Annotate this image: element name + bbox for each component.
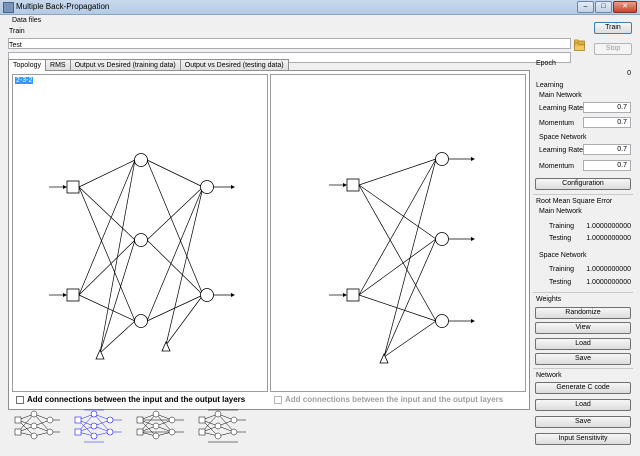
output-node [200, 180, 214, 194]
hidden-node [134, 314, 148, 328]
view-weights-button[interactable]: View [535, 322, 631, 334]
space-momentum-label: Momentum [539, 163, 575, 170]
weights-label: Weights [536, 296, 562, 303]
input-node [346, 288, 360, 302]
network-label: Network [536, 372, 562, 379]
learning-label: Learning [536, 82, 564, 89]
generate-c-code-button[interactable]: Generate C code [535, 382, 631, 394]
rms-main-testing-label: Testing [549, 235, 572, 242]
divider [533, 368, 633, 369]
window-title: Multiple Back-Propagation [16, 2, 110, 11]
divider [533, 194, 633, 195]
train-button[interactable]: Train [594, 22, 632, 34]
tab-output-testing[interactable]: Output vs Desired (testing data) [179, 59, 289, 70]
test-folder-icon[interactable] [574, 41, 585, 51]
configuration-button[interactable]: Configuration [535, 178, 631, 190]
main-window: Multiple Back-Propagation – □ ✕ Data fil… [0, 0, 640, 456]
rms-space-training-value: 1.0000000000 [586, 266, 631, 273]
save-network-button[interactable]: Save [535, 416, 631, 428]
app-icon [3, 2, 14, 13]
bias-node [95, 349, 105, 360]
save-weights-button[interactable]: Save [535, 353, 631, 365]
main-io-connections-label: Add connections between the input and th… [27, 395, 246, 404]
input-node [66, 288, 80, 302]
rms-label: Root Mean Square Error [536, 198, 613, 205]
rms-main-network-label: Main Network [539, 208, 582, 215]
input-node [346, 178, 360, 192]
space-momentum-input[interactable]: 0.7 [583, 160, 631, 171]
rms-main-training-label: Training [549, 223, 575, 230]
divider [533, 292, 633, 293]
epoch-value: 0 [627, 70, 631, 77]
hidden-node [435, 152, 449, 166]
main-network-diagram [12, 74, 268, 392]
main-learning-rate-label: Learning Rate [539, 105, 583, 112]
tab-rms[interactable]: RMS [45, 59, 71, 70]
input-sensitivity-button[interactable]: Input Sensitivity [535, 433, 631, 445]
right-panel: Epoch 0 Learning Main Network Learning R… [533, 56, 635, 450]
space-io-connections-label: Add connections between the input and th… [285, 395, 504, 404]
thumbnail-full-connections[interactable] [194, 406, 250, 446]
epoch-label: Epoch [536, 60, 556, 67]
main-network-svg [49, 153, 235, 360]
tab-topology[interactable]: Topology [8, 59, 47, 71]
rms-space-training-label: Training [549, 266, 575, 273]
output-node [200, 288, 214, 302]
hidden-node [134, 153, 148, 167]
train-file-input[interactable] [8, 38, 571, 49]
window-controls: – □ ✕ [576, 1, 637, 13]
hidden-node [134, 233, 148, 247]
randomize-button[interactable]: Randomize [535, 307, 631, 319]
main-io-connections-checkbox[interactable] [16, 396, 24, 404]
tab-output-training[interactable]: Output vs Desired (training data) [69, 59, 181, 70]
thumbnail-basic[interactable] [10, 406, 66, 446]
test-file-label: Test [9, 42, 22, 49]
main-momentum-label: Momentum [539, 120, 575, 127]
rms-space-network-label: Space Network [539, 252, 587, 259]
bias-node [161, 341, 171, 352]
load-weights-button[interactable]: Load [535, 338, 631, 350]
rms-space-testing-value: 1.0000000000 [586, 279, 631, 286]
main-network-label: Main Network [539, 92, 582, 99]
thumbnail-space-network[interactable] [70, 406, 126, 446]
stop-button[interactable]: Stop [594, 43, 632, 55]
space-learning-rate-label: Learning Rate [539, 147, 583, 154]
hidden-node [435, 232, 449, 246]
thumbnail-multiple-outputs[interactable] [132, 406, 188, 446]
space-io-connections-checkbox[interactable] [274, 396, 282, 404]
train-file-label: Train [9, 28, 25, 35]
data-files-label: Data files [12, 17, 42, 24]
topology-field[interactable]: 2-3-2 [15, 77, 34, 84]
close-button[interactable]: ✕ [613, 1, 637, 13]
input-node [66, 180, 80, 194]
space-learning-rate-input[interactable]: 0.7 [583, 144, 631, 155]
maximize-button[interactable]: □ [595, 1, 612, 13]
hidden-node [435, 314, 449, 328]
load-network-button[interactable]: Load [535, 399, 631, 411]
space-network-diagram [270, 74, 526, 392]
minimize-button[interactable]: – [577, 1, 594, 13]
rms-main-training-value: 1.0000000000 [586, 223, 631, 230]
main-momentum-input[interactable]: 0.7 [583, 117, 631, 128]
main-learning-rate-input[interactable]: 0.7 [583, 102, 631, 113]
rms-space-testing-label: Testing [549, 279, 572, 286]
rms-main-testing-value: 1.0000000000 [586, 235, 631, 242]
space-network-svg [329, 152, 475, 364]
title-bar: Multiple Back-Propagation – □ ✕ [0, 0, 640, 15]
space-network-label: Space Network [539, 134, 587, 141]
